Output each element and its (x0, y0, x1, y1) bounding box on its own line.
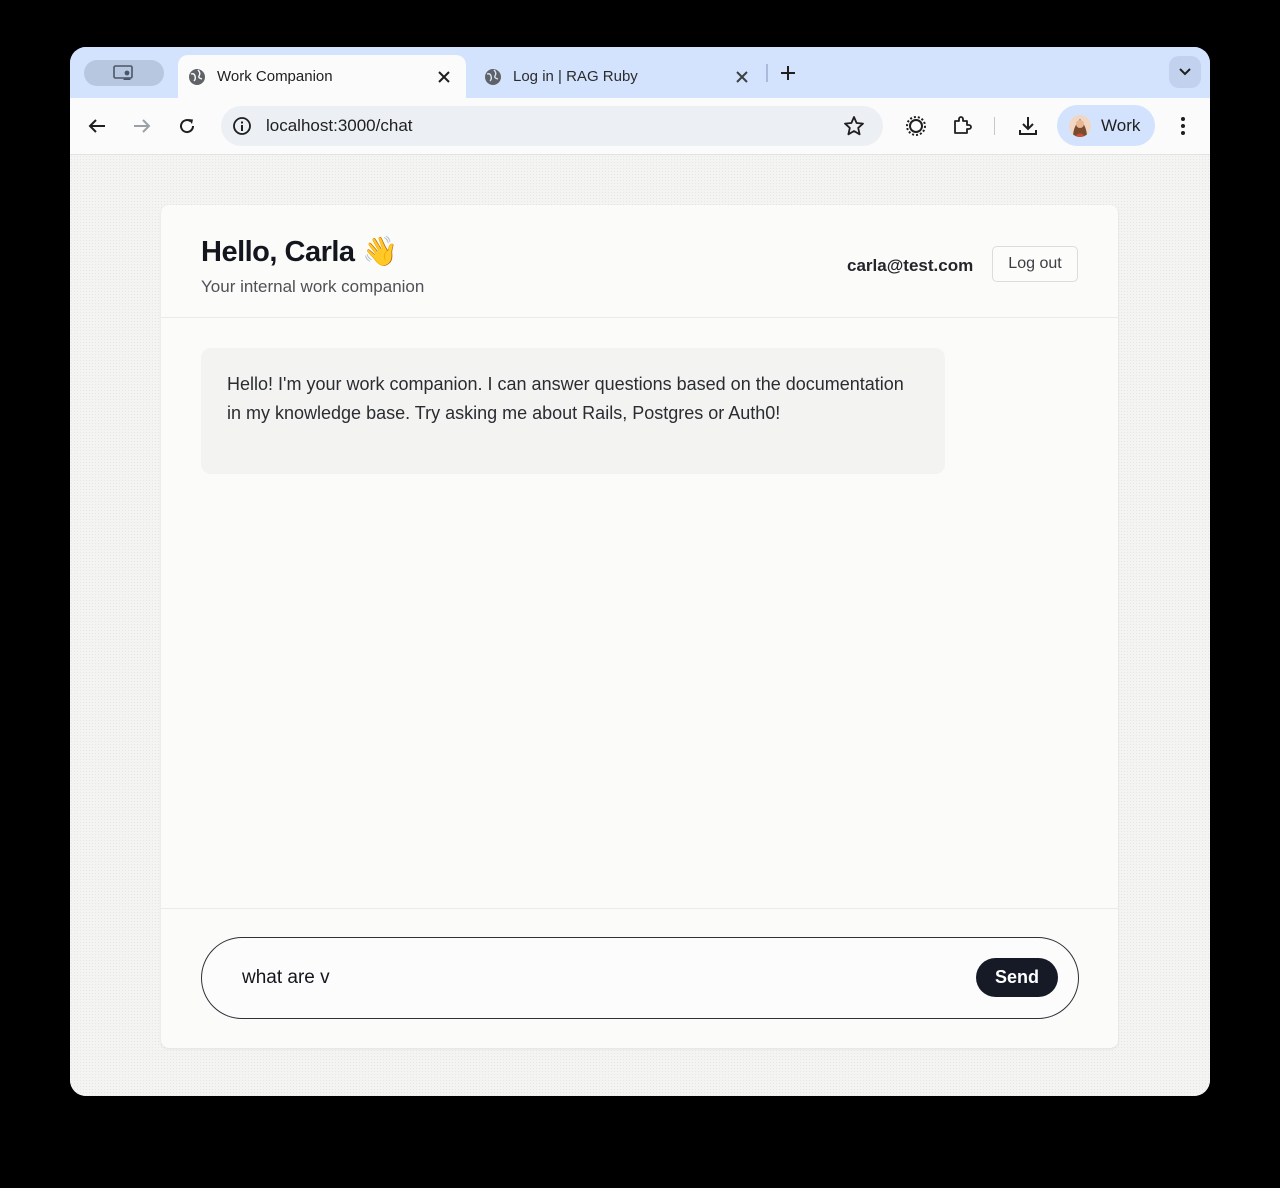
message-composer: Send (201, 937, 1079, 1019)
message-list: Hello! I'm your work companion. I can an… (161, 318, 1118, 908)
site-info-icon[interactable] (232, 116, 252, 136)
tab-title: Log in | RAG Ruby (513, 68, 638, 85)
browser-window: Work Companion Log in | RAG Ruby localho… (70, 47, 1210, 1096)
extension-sun-icon[interactable] (902, 112, 930, 140)
extensions-puzzle-icon[interactable] (948, 112, 976, 140)
back-arrow-icon[interactable] (83, 112, 111, 140)
globe-icon (188, 68, 206, 86)
user-email: carla@test.com (847, 256, 974, 275)
url-text: localhost:3000/chat (266, 116, 413, 135)
toolbar-divider (994, 117, 995, 135)
chat-header: Hello, Carla 👋 Your internal work compan… (161, 205, 1118, 318)
message-input[interactable] (242, 965, 942, 991)
page-viewport: Hello, Carla 👋 Your internal work compan… (70, 155, 1210, 1096)
close-icon[interactable] (430, 63, 458, 91)
page-title: Hello, Carla 👋 (201, 236, 398, 268)
address-bar[interactable]: localhost:3000/chat (221, 106, 883, 146)
tab-title: Work Companion (217, 68, 333, 85)
browser-toolbar: localhost:3000/chat Work (70, 98, 1210, 155)
tab-search-chevron-down-icon[interactable] (1169, 56, 1201, 88)
tab-strip: Work Companion Log in | RAG Ruby (70, 47, 1210, 98)
tab-divider (766, 64, 768, 82)
tab-log-in[interactable]: Log in | RAG Ruby (474, 55, 764, 98)
reload-icon[interactable] (173, 112, 201, 140)
assistant-message: Hello! I'm your work companion. I can an… (201, 348, 945, 474)
profile-button[interactable]: Work (1057, 105, 1155, 146)
close-icon[interactable] (728, 63, 756, 91)
tab-group-icon[interactable] (84, 60, 164, 86)
page-subtitle: Your internal work companion (201, 277, 425, 296)
globe-icon (484, 68, 502, 86)
avatar (1069, 114, 1091, 137)
chat-card: Hello, Carla 👋 Your internal work compan… (161, 205, 1118, 1048)
profile-label: Work (1101, 115, 1141, 135)
new-tab-plus-icon[interactable] (774, 59, 802, 87)
tab-work-companion[interactable]: Work Companion (178, 55, 466, 98)
forward-arrow-icon[interactable] (128, 112, 156, 140)
logout-button[interactable]: Log out (992, 246, 1078, 282)
bookmark-star-icon[interactable] (843, 115, 865, 137)
download-icon[interactable] (1014, 112, 1042, 140)
more-menu-icon[interactable] (1169, 112, 1197, 140)
send-button[interactable]: Send (976, 958, 1058, 997)
composer-area: Send (161, 908, 1118, 1048)
